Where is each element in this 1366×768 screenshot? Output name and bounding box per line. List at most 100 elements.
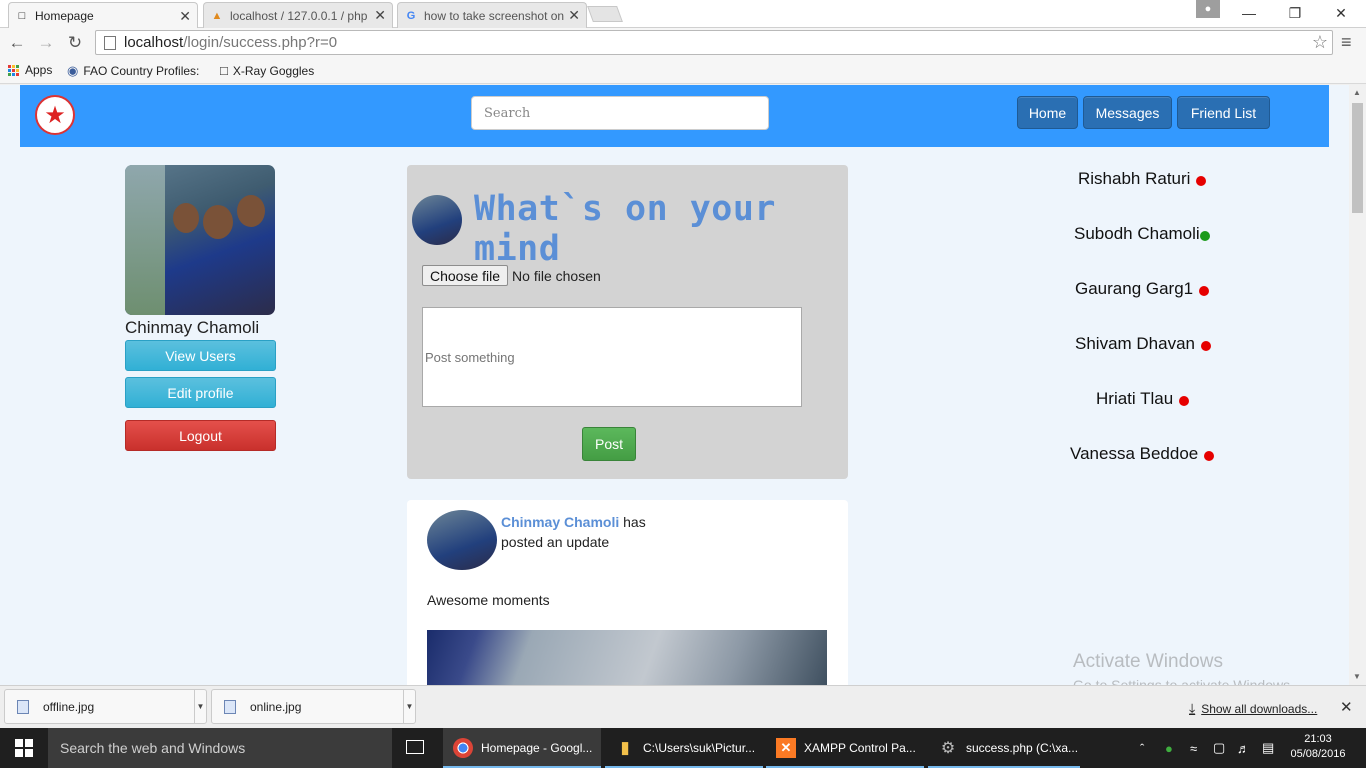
bookmark-star-icon[interactable]: ☆	[1312, 32, 1328, 53]
taskbar-item-xampp[interactable]: ✕ XAMPP Control Pa...	[766, 728, 924, 768]
composer-headline: What`s on your mind	[474, 189, 777, 269]
show-all-downloads-link[interactable]: ⤓ Show all downloads...	[1189, 700, 1317, 717]
friend-name: Vanessa Beddoe	[1070, 444, 1199, 463]
post-header: Chinmay Chamoli has posted an update	[501, 512, 671, 552]
restore-icon[interactable]: ❐	[1272, 0, 1318, 26]
nav-friend-list-button[interactable]: Friend List	[1177, 96, 1270, 129]
status-dot	[1196, 176, 1207, 186]
friend-item[interactable]: Hriati Tlau	[1096, 389, 1190, 409]
bookmark-label: FAO Country Profiles:	[83, 64, 200, 78]
status-dot	[1199, 286, 1210, 296]
avatar	[427, 510, 497, 570]
tab-homepage[interactable]: □ Homepage ✕	[8, 2, 198, 29]
taskbar-item-chrome[interactable]: Homepage - Googl...	[443, 728, 601, 768]
edit-profile-button[interactable]: Edit profile	[125, 377, 276, 408]
close-icon[interactable]: ✕	[568, 7, 580, 24]
file-status: No file chosen	[512, 267, 601, 284]
taskbar-search[interactable]: Search the web and Windows	[48, 728, 392, 768]
site-logo[interactable]: ★	[35, 95, 75, 135]
friend-item[interactable]: Gaurang Garg1	[1075, 279, 1210, 299]
user-profile-icon[interactable]: ●	[1196, 0, 1220, 18]
post-composer: What`s on your mind Choose file No file …	[407, 165, 848, 479]
notifications-icon[interactable]: ▤	[1262, 728, 1274, 768]
taskbar-item-label: XAMPP Control Pa...	[804, 741, 916, 755]
task-view-icon[interactable]	[406, 740, 424, 754]
nav-home-button[interactable]: Home	[1017, 96, 1078, 129]
taskbar-item-editor[interactable]: ⚙ success.php (C:\xa...	[928, 728, 1080, 768]
clock-date: 05/08/2016	[1290, 748, 1346, 760]
post-author-link[interactable]: Chinmay Chamoli	[501, 514, 619, 530]
chrome-icon	[453, 738, 473, 758]
bookmarks-bar: Apps ◉ FAO Country Profiles: □ X-Ray Gog…	[0, 58, 1366, 84]
site-navbar: ★ Home Messages Friend List	[20, 85, 1329, 147]
post-button[interactable]: Post	[582, 427, 636, 461]
view-users-button[interactable]: View Users	[125, 340, 276, 371]
download-item[interactable]: online.jpg ▼	[211, 689, 416, 724]
address-bar[interactable]: localhost/login/success.php?r=0 ☆	[95, 30, 1333, 55]
chevron-up-icon[interactable]: ˆ	[1140, 728, 1144, 768]
minimize-icon[interactable]: —	[1226, 0, 1272, 26]
battery-icon[interactable]: ▢	[1213, 728, 1225, 768]
taskbar-item-label: C:\Users\suk\Pictur...	[643, 741, 756, 755]
start-button[interactable]	[0, 728, 48, 768]
tab-title: how to take screenshot on	[424, 8, 565, 23]
scrollbar-thumb[interactable]	[1352, 103, 1363, 213]
tab-phpmyadmin[interactable]: ▲ localhost / 127.0.0.1 / php ✕	[203, 2, 393, 28]
choose-file-button[interactable]: Choose file	[422, 265, 509, 286]
activation-watermark-title: Activate Windows	[1073, 651, 1223, 672]
wifi-icon[interactable]: ≈	[1190, 728, 1197, 768]
friend-item[interactable]: Rishabh Raturi	[1078, 169, 1207, 189]
tab-strip: □ Homepage ✕ ▲ localhost / 127.0.0.1 / p…	[0, 0, 1366, 29]
bookmark-xray[interactable]: □ X-Ray Goggles	[220, 63, 314, 78]
volume-icon[interactable]: ♬	[1237, 728, 1250, 768]
bookmark-label: X-Ray Goggles	[232, 63, 315, 78]
close-icon[interactable]: ✕	[1340, 698, 1353, 716]
bookmark-fao[interactable]: ◉ FAO Country Profiles:	[67, 63, 199, 79]
tab-google-search[interactable]: G how to take screenshot on ✕	[397, 2, 587, 28]
chevron-down-icon[interactable]: ▼	[194, 690, 206, 723]
friend-item[interactable]: Vanessa Beddoe	[1070, 444, 1215, 464]
close-window-icon[interactable]: ✕	[1318, 0, 1364, 26]
profile-photo	[125, 165, 275, 315]
new-tab-button[interactable]	[587, 6, 623, 22]
search-input[interactable]	[471, 96, 769, 130]
utorrent-icon[interactable]: ●	[1165, 728, 1173, 768]
phpmyadmin-icon: ▲	[211, 9, 223, 22]
address-host: localhost	[124, 34, 184, 51]
status-dot	[1201, 341, 1212, 351]
download-icon: ⤓	[1189, 700, 1196, 716]
apps-icon	[8, 64, 19, 76]
close-icon[interactable]: ✕	[374, 7, 386, 24]
reload-icon[interactable]: ↻	[64, 32, 86, 54]
bookmark-apps[interactable]: Apps	[8, 63, 52, 77]
close-icon[interactable]: ✕	[179, 8, 191, 25]
status-dot	[1199, 231, 1210, 241]
scroll-down-icon[interactable]: ▼	[1353, 672, 1361, 681]
image-file-icon	[224, 699, 236, 714]
taskbar-item-explorer[interactable]: ▮ C:\Users\suk\Pictur...	[605, 728, 763, 768]
page-scrollbar[interactable]: ▲ ▼	[1349, 85, 1366, 685]
nav-messages-button[interactable]: Messages	[1083, 96, 1172, 129]
downloads-bar: offline.jpg ▼ online.jpg ▼ ⤓ Show all do…	[0, 685, 1366, 728]
chevron-down-icon[interactable]: ▼	[403, 690, 415, 723]
friend-item[interactable]: Subodh Chamoli	[1074, 224, 1210, 244]
post-textarea[interactable]	[422, 307, 802, 407]
logout-button[interactable]: Logout	[125, 420, 276, 451]
xampp-icon: ✕	[776, 738, 796, 758]
taskbar-clock[interactable]: 21:03 05/08/2016	[1290, 732, 1346, 762]
scroll-up-icon[interactable]: ▲	[1353, 88, 1361, 97]
taskbar-item-label: success.php (C:\xa...	[966, 741, 1079, 755]
friend-name: Shivam Dhavan	[1075, 334, 1196, 353]
post-image	[427, 630, 827, 685]
menu-icon[interactable]: ≡	[1341, 32, 1352, 53]
clock-time: 21:03	[1304, 733, 1332, 745]
feed-post: Chinmay Chamoli has posted an update Awe…	[407, 500, 848, 685]
profile-name: Chinmay Chamoli	[125, 318, 260, 337]
friend-item[interactable]: Shivam Dhavan	[1075, 334, 1212, 354]
back-icon[interactable]: ←	[6, 32, 28, 54]
globe-icon: ◉	[67, 63, 79, 78]
post-action: posted an update	[501, 534, 610, 550]
forward-icon[interactable]: →	[35, 32, 57, 54]
download-item[interactable]: offline.jpg ▼	[4, 689, 207, 724]
page-icon: □	[18, 10, 26, 22]
